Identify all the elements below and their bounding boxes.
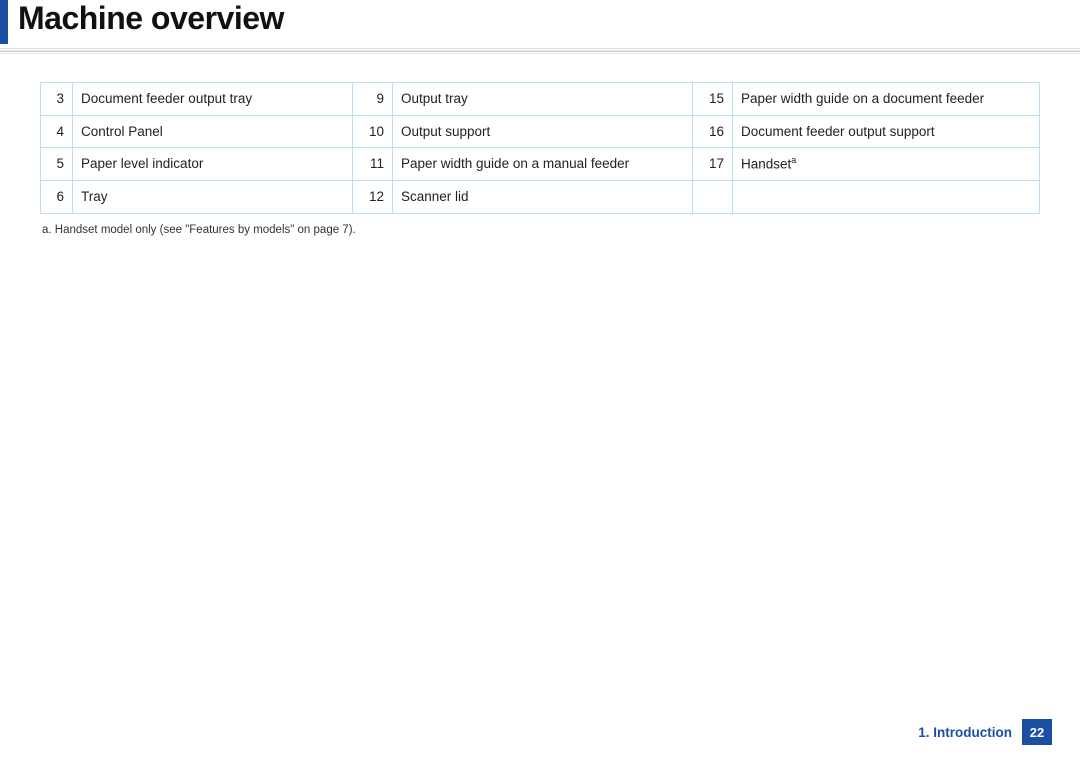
part-number: 4 <box>41 115 73 148</box>
parts-table: 3 Document feeder output tray 9 Output t… <box>40 82 1040 214</box>
page-header: Machine overview <box>0 0 1080 60</box>
part-number: 15 <box>693 83 733 116</box>
part-label: Paper level indicator <box>73 148 353 181</box>
table-row: 3 Document feeder output tray 9 Output t… <box>41 83 1040 116</box>
part-label: Document feeder output tray <box>73 83 353 116</box>
part-number: 10 <box>353 115 393 148</box>
part-number: 17 <box>693 148 733 181</box>
part-label: Tray <box>73 181 353 214</box>
part-number <box>693 181 733 214</box>
part-label: Paper width guide on a document feeder <box>733 83 1040 116</box>
page-number: 22 <box>1022 719 1052 745</box>
part-label: Paper width guide on a manual feeder <box>393 148 693 181</box>
table-row: 5 Paper level indicator 11 Paper width g… <box>41 148 1040 181</box>
footnote-marker: a <box>791 155 796 165</box>
table-row: 6 Tray 12 Scanner lid <box>41 181 1040 214</box>
part-label <box>733 181 1040 214</box>
page: Machine overview 3 Document feeder outpu… <box>0 0 1080 763</box>
part-number: 12 <box>353 181 393 214</box>
part-number: 9 <box>353 83 393 116</box>
part-label: Document feeder output support <box>733 115 1040 148</box>
content-area: 3 Document feeder output tray 9 Output t… <box>0 60 1080 236</box>
chapter-label: 1. Introduction <box>918 725 1012 740</box>
part-label: Scanner lid <box>393 181 693 214</box>
part-label: Output support <box>393 115 693 148</box>
header-accent-bar <box>0 0 8 44</box>
table-row: 4 Control Panel 10 Output support 16 Doc… <box>41 115 1040 148</box>
footnote-text: a. Handset model only (see "Features by … <box>40 224 1040 236</box>
header-rule <box>0 48 1080 56</box>
part-number: 6 <box>41 181 73 214</box>
part-label: Output tray <box>393 83 693 116</box>
part-label: Handseta <box>733 148 1040 181</box>
part-number: 3 <box>41 83 73 116</box>
part-number: 11 <box>353 148 393 181</box>
part-number: 5 <box>41 148 73 181</box>
part-number: 16 <box>693 115 733 148</box>
page-title: Machine overview <box>18 0 284 37</box>
part-label-text: Handset <box>741 157 791 172</box>
part-label: Control Panel <box>73 115 353 148</box>
page-footer: 1. Introduction 22 <box>918 719 1052 745</box>
